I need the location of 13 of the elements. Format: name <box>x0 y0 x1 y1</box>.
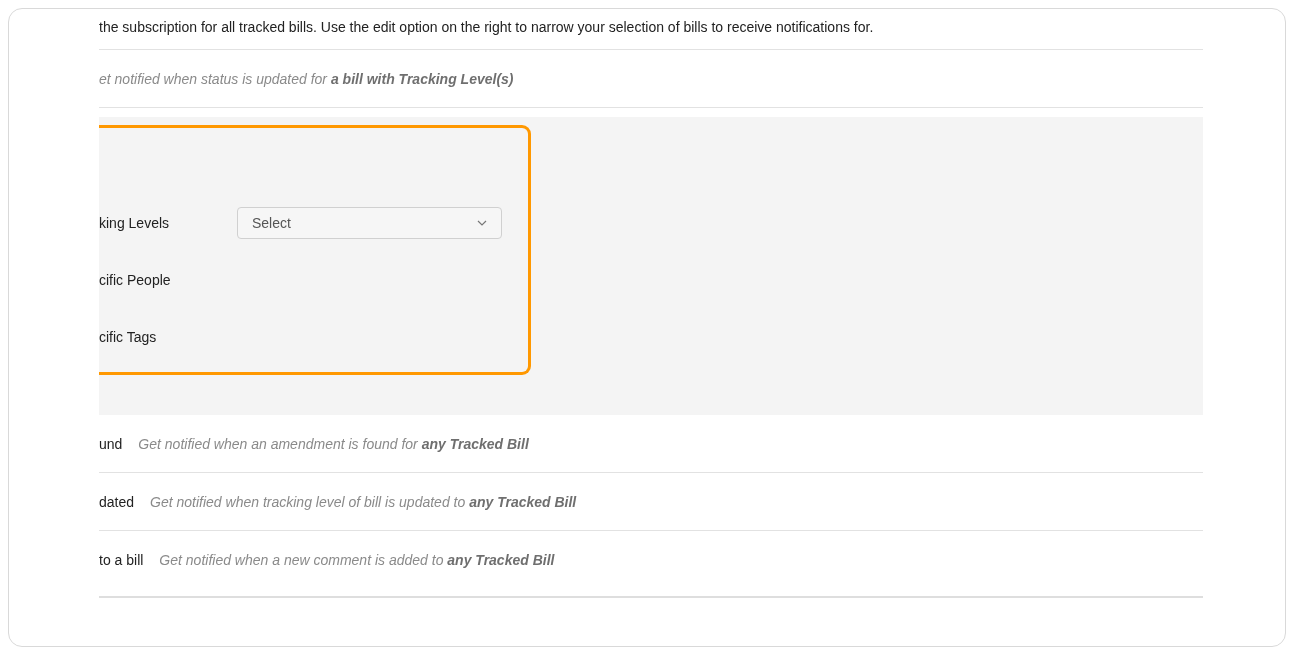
notification-label: to a bill <box>99 551 144 568</box>
notification-label: dated <box>99 493 135 510</box>
select-dropdown[interactable]: Select <box>237 206 502 239</box>
notification-label: und <box>99 435 123 452</box>
notification-description: Get notified when a new comment is added to any Tracked Bill <box>159 551 555 568</box>
notification-description: Get notified when tracking level of bill is updated to any Tracked Bill <box>150 493 577 510</box>
notification-description: Get notified when an amendment is found for any Tracked Bill <box>138 435 529 452</box>
intro-text: the subscription for all tracked bills. Use the edit option on the right to narrow your selection of bills to receive notifications for. <box>99 9 1203 50</box>
chevron-down-icon <box>477 219 487 226</box>
filter-label: cific People <box>99 271 172 288</box>
filter-label: king Levels <box>99 214 171 231</box>
status-description: et notified when status is updated for a bill with Tracking Level(s) <box>99 70 514 87</box>
filter-label: cific Tags <box>99 328 158 345</box>
